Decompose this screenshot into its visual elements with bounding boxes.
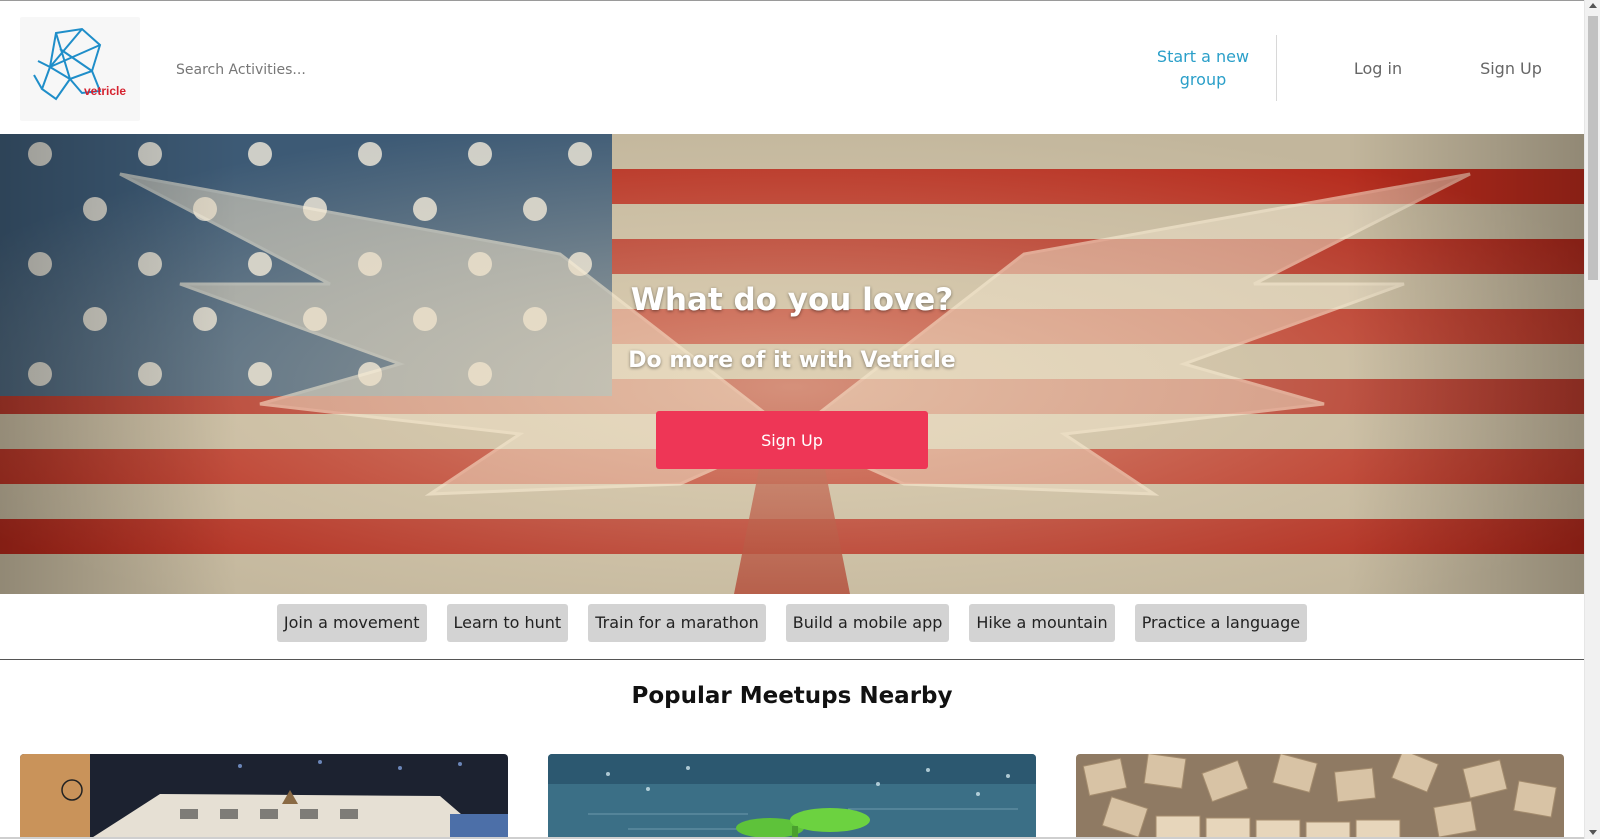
meetup-card-chess[interactable]	[20, 754, 508, 839]
chip-build-a-mobile-app[interactable]: Build a mobile app	[785, 604, 950, 642]
activity-chips: Join a movement Learn to hunt Train for a …	[0, 604, 1584, 642]
scroll-down-arrow-icon[interactable]	[1589, 830, 1597, 835]
meetup-card-mental[interactable]	[1076, 754, 1564, 839]
chip-practice-a-language[interactable]: Practice a language	[1134, 604, 1308, 642]
chip-train-for-a-marathon[interactable]: Train for a marathon	[588, 604, 766, 642]
chip-join-a-movement[interactable]: Join a movement	[276, 604, 427, 642]
hero-signup-button[interactable]: Sign Up	[656, 411, 928, 469]
start-group-link[interactable]: Start a new group	[1138, 45, 1268, 91]
logo-text: vetricle	[84, 84, 127, 98]
login-link[interactable]: Log in	[1328, 59, 1428, 78]
meetup-card-tech[interactable]	[548, 754, 1036, 839]
circuit-sprout-image	[548, 754, 1036, 839]
hero-banner: What do you love? Do more of it with Vet…	[0, 134, 1584, 594]
page-scrollbar[interactable]	[1584, 0, 1600, 839]
chess-board-image	[20, 754, 508, 839]
site-logo[interactable]: vetricle	[20, 17, 140, 121]
chip-learn-to-hunt[interactable]: Learn to hunt	[446, 604, 569, 642]
scroll-up-arrow-icon[interactable]	[1589, 3, 1597, 8]
section-title: Popular Meetups Nearby	[631, 683, 953, 709]
nav-divider	[1276, 35, 1277, 101]
signup-link[interactable]: Sign Up	[1461, 59, 1561, 78]
scrollbar-thumb[interactable]	[1588, 16, 1598, 280]
site-header: vetricle Start a new group Log in Sign U…	[0, 1, 1584, 134]
search-input[interactable]	[168, 55, 768, 85]
section-divider	[0, 659, 1584, 660]
chip-hike-a-mountain[interactable]: Hike a mountain	[969, 604, 1115, 642]
hero-subtitle: Do more of it with Vetricle	[628, 348, 956, 373]
hero-title: What do you love?	[630, 282, 954, 318]
letter-tiles-image	[1076, 754, 1564, 839]
